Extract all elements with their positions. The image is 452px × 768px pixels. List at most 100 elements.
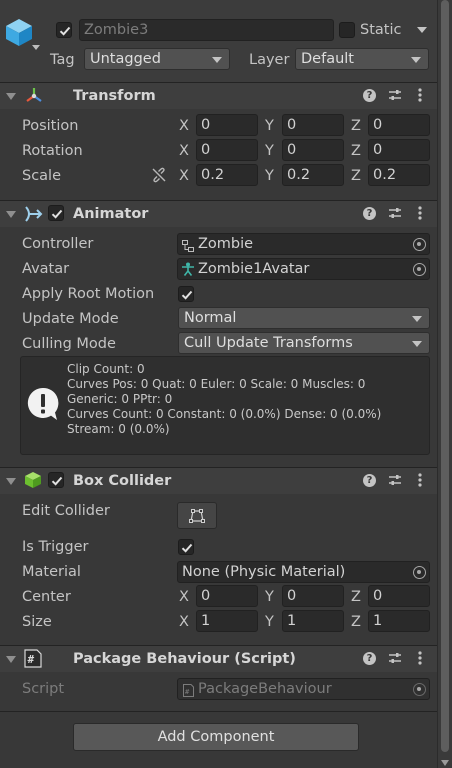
help-icon[interactable]: ? [363,474,376,487]
static-label: Static [360,22,402,38]
material-label: Material [22,564,81,580]
inspector-panel: Zombie3 Static Tag Untagged Layer Defaul… [0,0,437,768]
rotation-y-field[interactable]: 0 [282,139,344,161]
axis-y-label[interactable]: Y [265,142,274,160]
vertical-scrollbar[interactable] [437,0,452,768]
transform-icon [24,86,44,106]
more-options-icon[interactable] [418,473,422,487]
more-options-icon[interactable] [418,651,422,665]
layer-label: Layer [249,52,290,68]
object-picker-icon[interactable] [413,238,426,251]
edit-collider-button[interactable] [177,502,217,529]
axis-z-label[interactable]: Z [351,613,361,631]
position-x-field[interactable]: 0 [196,114,258,136]
scale-y-field[interactable]: 0.2 [282,164,344,186]
animator-icon [24,204,44,224]
package-behaviour-title: Package Behaviour (Script) [73,651,296,667]
center-y-field[interactable]: 0 [282,585,344,607]
axis-x-label[interactable]: X [179,167,189,185]
culling-mode-value: Cull Update Transforms [184,335,353,351]
axis-z-label[interactable]: Z [351,588,361,606]
object-name-field[interactable]: Zombie3 [79,19,334,41]
svg-text:#: # [185,688,190,696]
object-picker-icon[interactable] [413,263,426,276]
help-icon[interactable]: ? [363,207,376,220]
size-z-field[interactable]: 1 [368,610,430,632]
apply-root-motion-checkbox[interactable] [178,286,194,302]
axis-z-label[interactable]: Z [351,167,361,185]
animator-enabled-checkbox[interactable] [48,205,64,221]
center-z-field[interactable]: 0 [368,585,430,607]
position-y-field[interactable]: 0 [282,114,344,136]
more-options-icon[interactable] [418,206,422,220]
scroll-down-arrow-icon[interactable] [441,760,449,766]
tag-label: Tag [50,52,75,68]
is-trigger-label: Is Trigger [22,539,89,555]
animator-info-text: Clip Count: 0 Curves Pos: 0 Quat: 0 Eule… [67,362,382,436]
material-value: None (Physic Material) [182,564,346,580]
axis-x-label[interactable]: X [179,588,189,606]
box-collider-icon [24,471,42,489]
rotation-x-field[interactable]: 0 [196,139,258,161]
help-icon[interactable]: ? [363,652,376,665]
script-value: PackageBehaviour [198,681,332,697]
transform-title: Transform [73,88,156,104]
script-field: # PackageBehaviour [177,678,430,700]
is-trigger-checkbox[interactable] [178,539,194,555]
foldout-arrow-icon[interactable] [6,211,16,218]
presets-icon[interactable] [388,651,402,665]
presets-icon[interactable] [388,88,402,102]
center-x-field[interactable]: 0 [196,585,258,607]
script-file-icon: # [183,683,194,697]
axis-z-label[interactable]: Z [351,142,361,160]
size-x-field[interactable]: 1 [196,610,258,632]
controller-value: Zombie [198,236,254,252]
culling-mode-dropdown[interactable]: Cull Update Transforms [178,332,430,354]
scale-z-field[interactable]: 0.2 [368,164,430,186]
more-options-icon[interactable] [418,88,422,102]
presets-icon[interactable] [388,473,402,487]
foldout-arrow-icon[interactable] [6,93,16,100]
layer-value: Default [301,51,354,67]
avatar-icon [181,262,195,276]
size-y-field[interactable]: 1 [282,610,344,632]
foldout-arrow-icon[interactable] [6,478,16,485]
foldout-arrow-icon[interactable] [6,656,16,663]
axis-x-label[interactable]: X [179,613,189,631]
axis-y-label[interactable]: Y [265,167,274,185]
scrollbar-thumb[interactable] [441,0,449,752]
axis-x-label[interactable]: X [179,142,189,160]
box-collider-enabled-checkbox[interactable] [48,472,64,488]
object-picker-icon[interactable] [413,566,426,579]
active-checkbox[interactable] [56,22,72,38]
box-collider-title: Box Collider [73,473,172,489]
axis-y-label[interactable]: Y [265,117,274,135]
static-checkbox[interactable] [339,22,355,38]
script-icon: # [24,649,42,668]
position-z-field[interactable]: 0 [368,114,430,136]
avatar-label: Avatar [22,261,70,277]
tag-dropdown[interactable]: Untagged [84,48,230,70]
help-icon[interactable]: ? [363,89,376,102]
avatar-value: Zombie1Avatar [198,261,310,277]
axis-x-label[interactable]: X [179,117,189,135]
avatar-field[interactable]: Zombie1Avatar [177,258,430,280]
divider [0,711,437,712]
material-field[interactable]: None (Physic Material) [177,561,430,583]
script-label: Script [22,681,65,697]
update-mode-dropdown[interactable]: Normal [178,307,430,329]
layer-dropdown[interactable]: Default [295,48,429,70]
scale-x-field[interactable]: 0.2 [196,164,258,186]
constrain-proportions-icon[interactable] [151,167,167,183]
chevron-down-icon [412,341,422,347]
axis-y-label[interactable]: Y [265,613,274,631]
icon-dropdown-arrow-icon[interactable] [32,45,40,50]
object-picker-icon [413,683,426,696]
static-dropdown-arrow-icon[interactable] [417,27,427,33]
presets-icon[interactable] [388,206,402,220]
rotation-z-field[interactable]: 0 [368,139,430,161]
add-component-button[interactable]: Add Component [73,723,359,751]
controller-field[interactable]: Zombie [177,233,430,255]
axis-y-label[interactable]: Y [265,588,274,606]
axis-z-label[interactable]: Z [351,117,361,135]
